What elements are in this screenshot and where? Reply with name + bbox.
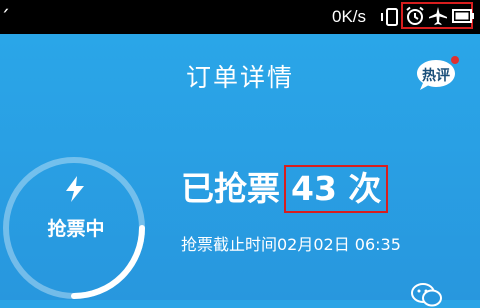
grab-count-prefix: 已抢票 (181, 169, 280, 208)
page-title: 订单详情 (185, 63, 294, 92)
battery-icon (452, 9, 474, 23)
airplane-mode-icon (429, 7, 447, 25)
wechat-icon (411, 283, 442, 307)
status-left-glyph: ˊ (0, 6, 10, 30)
hot-review-button[interactable]: 热评 (416, 56, 459, 94)
lightning-icon (66, 176, 84, 202)
network-speed: 0K/s (332, 7, 367, 26)
alarm-icon (406, 6, 424, 25)
grab-count-value: 43 次 (284, 165, 389, 213)
grabbing-status-label: 抢票中 (47, 218, 105, 240)
order-detail-screen: 订单详情 热评 抢票中 已抢票 43 次 抢票截止时间02月02日 06:35 (0, 34, 480, 307)
notification-dot (451, 56, 459, 64)
grab-count-line: 已抢票 43 次 (181, 162, 389, 213)
grab-deadline: 抢票截止时间02月02日 06:35 (181, 235, 401, 254)
hot-review-label: 热评 (422, 68, 450, 84)
status-bar: ˊ 0K/s (0, 0, 480, 34)
